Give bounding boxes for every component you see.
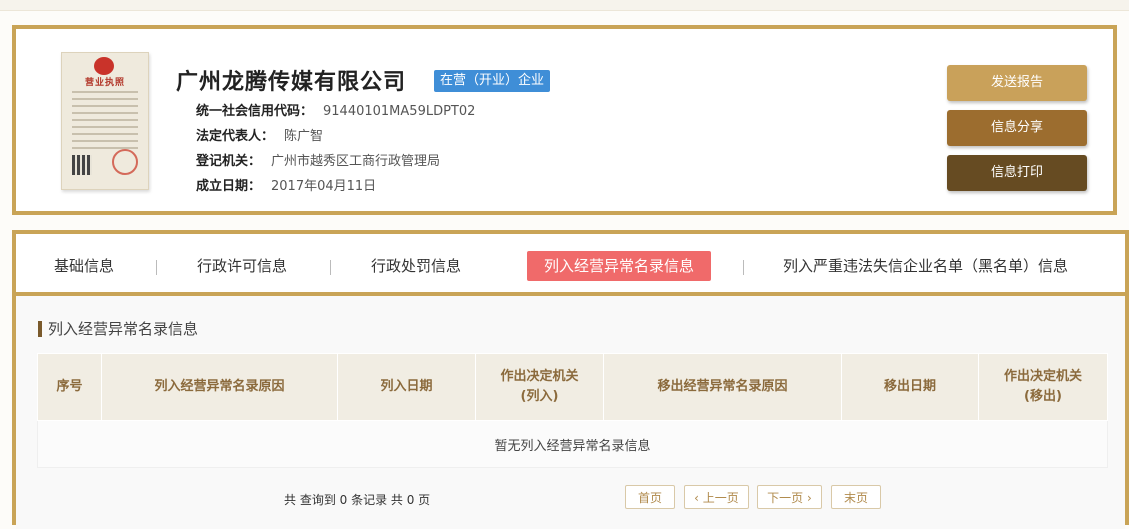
section-title: 列入经营异常名录信息 <box>38 321 198 337</box>
print-info-button[interactable]: 信息打印 <box>947 155 1087 191</box>
col-header-list-reason: 列入经营异常名录原因 <box>101 353 338 421</box>
share-info-button[interactable]: 信息分享 <box>947 110 1087 146</box>
prev-page-button[interactable]: ‹ 上一页 <box>684 485 749 509</box>
credit-code-label: 统一社会信用代码： <box>196 104 314 119</box>
tab-separator <box>330 260 331 275</box>
chevron-right-icon: › <box>803 491 812 505</box>
credit-code-value: 91440101MA59LDPT02 <box>323 104 476 119</box>
prev-page-label: 上一页 <box>702 491 739 505</box>
registration-authority-row: 登记机关： 广州市越秀区工商行政管理局 <box>196 150 440 169</box>
info-panel: 基础信息 行政许可信息 行政处罚信息 列入经营异常名录信息 列入严重违法失信企业… <box>12 230 1129 529</box>
last-page-button[interactable]: 末页 <box>831 485 881 509</box>
legal-rep-label: 法定代表人： <box>196 129 275 144</box>
tab-admin-penalty[interactable]: 行政处罚信息 <box>371 251 461 281</box>
license-title: 营业执照 <box>84 78 125 88</box>
tab-separator <box>743 260 744 275</box>
col-header-list-authority: 作出决定机关 (列入) <box>475 353 604 421</box>
next-page-button[interactable]: 下一页 › <box>757 485 822 509</box>
col-header-index: 序号 <box>37 353 102 421</box>
send-report-button[interactable]: 发送报告 <box>947 65 1087 101</box>
tab-bar: 基础信息 行政许可信息 行政处罚信息 列入经营异常名录信息 列入严重违法失信企业… <box>16 234 1125 296</box>
table-row: 暂无列入经营异常名录信息 <box>37 420 1108 468</box>
empty-message: 暂无列入经营异常名录信息 <box>37 420 1108 468</box>
col-header-list-date: 列入日期 <box>337 353 476 421</box>
registration-authority-label: 登记机关： <box>196 154 262 169</box>
registration-authority-value: 广州市越秀区工商行政管理局 <box>271 154 441 169</box>
tab-abnormal-list[interactable]: 列入经营异常名录信息 <box>527 251 712 281</box>
business-license-image[interactable]: 营业执照 <box>61 52 149 190</box>
tab-blacklist[interactable]: 列入严重违法失信企业名单（黑名单）信息 <box>783 251 1068 281</box>
top-strip <box>0 0 1129 11</box>
chevron-left-icon: ‹ <box>694 491 703 505</box>
tab-basic-info[interactable]: 基础信息 <box>54 251 114 281</box>
col-header-remove-authority: 作出决定机关 (移出) <box>978 353 1108 421</box>
abnormal-list-content: 列入经营异常名录信息 序号 列入经营异常名录原因 列入日期 作出决定机关 (列入)… <box>16 296 1125 529</box>
qr-code-icon <box>72 155 92 175</box>
company-name: 广州龙腾传媒有限公司 <box>176 70 407 95</box>
next-page-label: 下一页 <box>767 491 804 505</box>
license-text-lines <box>72 91 138 154</box>
col-header-remove-date: 移出日期 <box>841 353 979 421</box>
established-date-value: 2017年04月11日 <box>271 179 377 194</box>
official-seal-icon <box>112 149 138 175</box>
tab-separator <box>156 260 157 275</box>
established-date-label: 成立日期： <box>196 179 262 194</box>
legal-rep-row: 法定代表人： 陈广智 <box>196 125 323 144</box>
table-header-row: 序号 列入经营异常名录原因 列入日期 作出决定机关 (列入) 移出经营异常名录原因… <box>37 353 1108 421</box>
first-page-button[interactable]: 首页 <box>625 485 675 509</box>
tab-admin-license[interactable]: 行政许可信息 <box>197 251 287 281</box>
record-count: 共 查询到 0 条记录 共 0 页 <box>284 493 431 507</box>
company-info-card: 营业执照 广州龙腾传媒有限公司 在营（开业）企业 统一社会信用代码： 914401… <box>12 25 1117 215</box>
abnormal-list-table: 序号 列入经营异常名录原因 列入日期 作出决定机关 (列入) 移出经营异常名录原因… <box>37 353 1108 468</box>
national-emblem-icon <box>94 57 114 75</box>
status-badge: 在营（开业）企业 <box>434 70 551 92</box>
col-header-remove-reason: 移出经营异常名录原因 <box>603 353 842 421</box>
credit-code-row: 统一社会信用代码： 91440101MA59LDPT02 <box>196 100 475 119</box>
legal-rep-value: 陈广智 <box>284 129 324 144</box>
established-date-row: 成立日期： 2017年04月11日 <box>196 175 376 194</box>
